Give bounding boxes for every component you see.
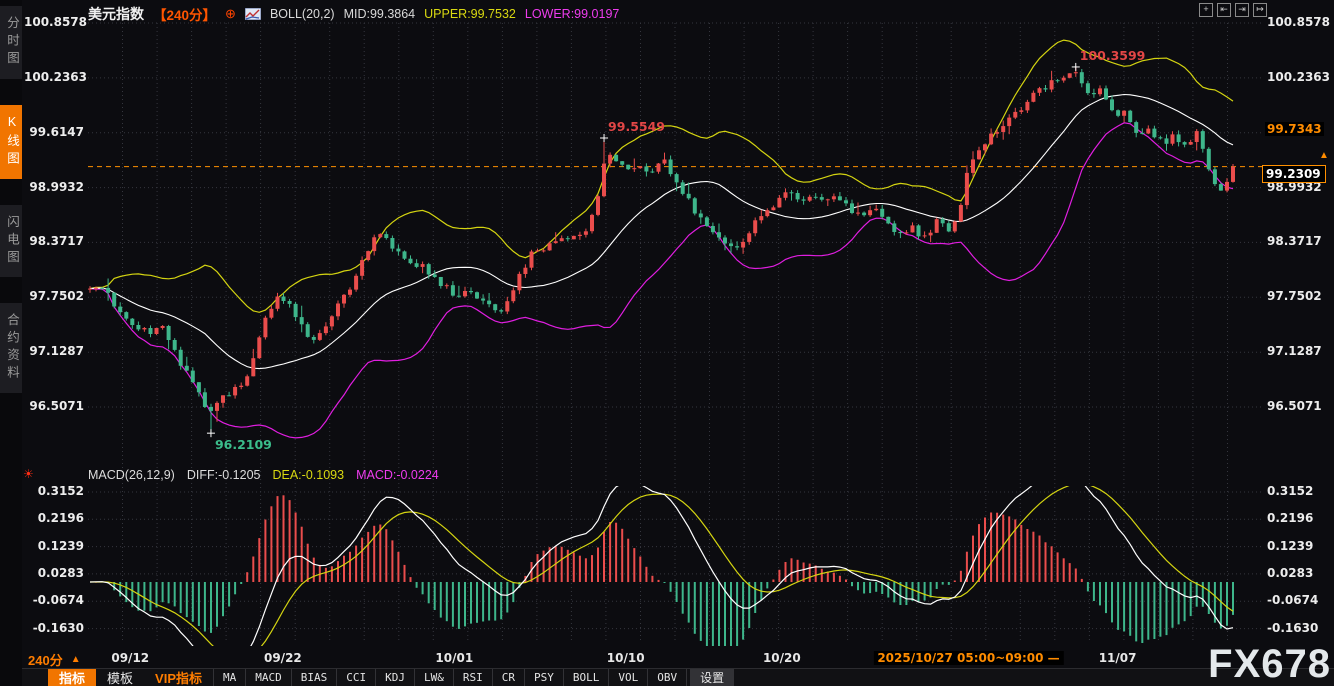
chart-header: 美元指数 【240分】 ⊕ BOLL(20,2) MID:99.3864 UPP… — [88, 5, 619, 23]
svg-text:99.5549: 99.5549 — [608, 119, 665, 134]
chart-thumbnail-icon[interactable] — [245, 8, 261, 20]
boll-lower-value: LOWER:99.0197 — [525, 7, 620, 21]
period-selector[interactable]: 240分 ▲ — [28, 650, 81, 669]
chart-scale-controls: + ⇤ ⇥ ↦ — [1199, 3, 1267, 17]
toolbar-item-KDJ[interactable]: KDJ — [376, 669, 415, 686]
macd-indicator-label: MACD(26,12,9) — [88, 468, 175, 482]
add-indicator-icon[interactable]: ⊕ — [225, 6, 236, 22]
toolbar-item-CR[interactable]: CR — [493, 669, 525, 686]
time-axis-strip — [22, 648, 1334, 668]
macd-diff-value: DIFF:-0.1205 — [187, 468, 261, 482]
crosshair-icon[interactable]: + — [1199, 3, 1213, 17]
symbol-title: 美元指数 — [88, 4, 144, 24]
toolbar-item-VIP指标[interactable]: VIP指标 — [144, 669, 213, 686]
trading-app-window: 96.2109 99.5549 100.3599 分时图 K线图闪电图合约资料 美元指… — [0, 0, 1334, 686]
period-selector-label[interactable]: 240分 — [28, 650, 63, 669]
toolbar-item-设置[interactable]: 设置 — [690, 669, 734, 686]
indicator-toolbar: 指标模板VIP指标MAMACDBIASCCIKDJLW&RSICRPSYBOLL… — [22, 668, 1334, 686]
pan-right-icon[interactable]: ↦ — [1253, 3, 1267, 17]
watermark-logo: FX678 — [1208, 642, 1331, 686]
toolbar-item-OBV[interactable]: OBV — [648, 669, 687, 686]
sidebar-tab-合约资料[interactable]: 合约资料 — [0, 303, 22, 393]
svg-text:100.3599: 100.3599 — [1080, 48, 1146, 63]
period-selector-arrow-icon[interactable]: ▲ — [71, 654, 81, 665]
macd-dea-value: DEA:-0.1093 — [272, 468, 344, 482]
toolbar-item-指标[interactable]: 指标 — [48, 669, 96, 686]
toolbar-item-MACD[interactable]: MACD — [246, 669, 292, 686]
toolbar-item-BIAS[interactable]: BIAS — [292, 669, 338, 686]
svg-text:96.2109: 96.2109 — [215, 437, 272, 452]
chart-canvas[interactable]: 96.2109 99.5549 100.3599 — [0, 0, 1334, 686]
toolbar-item-PSY[interactable]: PSY — [525, 669, 564, 686]
toolbar-item-RSI[interactable]: RSI — [454, 669, 493, 686]
macd-header: MACD(26,12,9) DIFF:-0.1205 DEA:-0.1093 M… — [88, 468, 439, 482]
boll-indicator-label: BOLL(20,2) — [270, 7, 335, 21]
boll-upper-value: UPPER:99.7532 — [424, 7, 516, 21]
toolbar-item-VOL[interactable]: VOL — [609, 669, 648, 686]
toolbar-item-LW&[interactable]: LW& — [415, 669, 454, 686]
scale-right-icon[interactable]: ⇥ — [1235, 3, 1249, 17]
boll-mid-value: MID:99.3864 — [344, 7, 416, 21]
toolbar-item-模板[interactable]: 模板 — [96, 669, 144, 686]
upper-band-price-tag: 99.7343 — [1265, 122, 1324, 136]
price-alert-icon[interactable]: ▲ — [1319, 151, 1329, 161]
sidebar-tab-K线图[interactable]: K线图 — [0, 105, 22, 179]
sidebar-tab-闪电图[interactable]: 闪电图 — [0, 205, 22, 278]
scale-left-icon[interactable]: ⇤ — [1217, 3, 1231, 17]
sidebar-tab-分时图[interactable]: 分时图 — [0, 6, 22, 79]
toolbar-item-MA[interactable]: MA — [213, 669, 246, 686]
current-price-tag: 99.2309 — [1262, 165, 1326, 183]
toolbar-item-BOLL[interactable]: BOLL — [564, 669, 610, 686]
chart-type-sidebar: 分时图 K线图闪电图合约资料 — [0, 0, 22, 686]
macd-settings-icon[interactable]: ☀ — [23, 467, 34, 481]
toolbar-item-CCI[interactable]: CCI — [337, 669, 376, 686]
macd-bar-value: MACD:-0.0224 — [356, 468, 439, 482]
period-tag[interactable]: 【240分】 — [153, 4, 216, 24]
